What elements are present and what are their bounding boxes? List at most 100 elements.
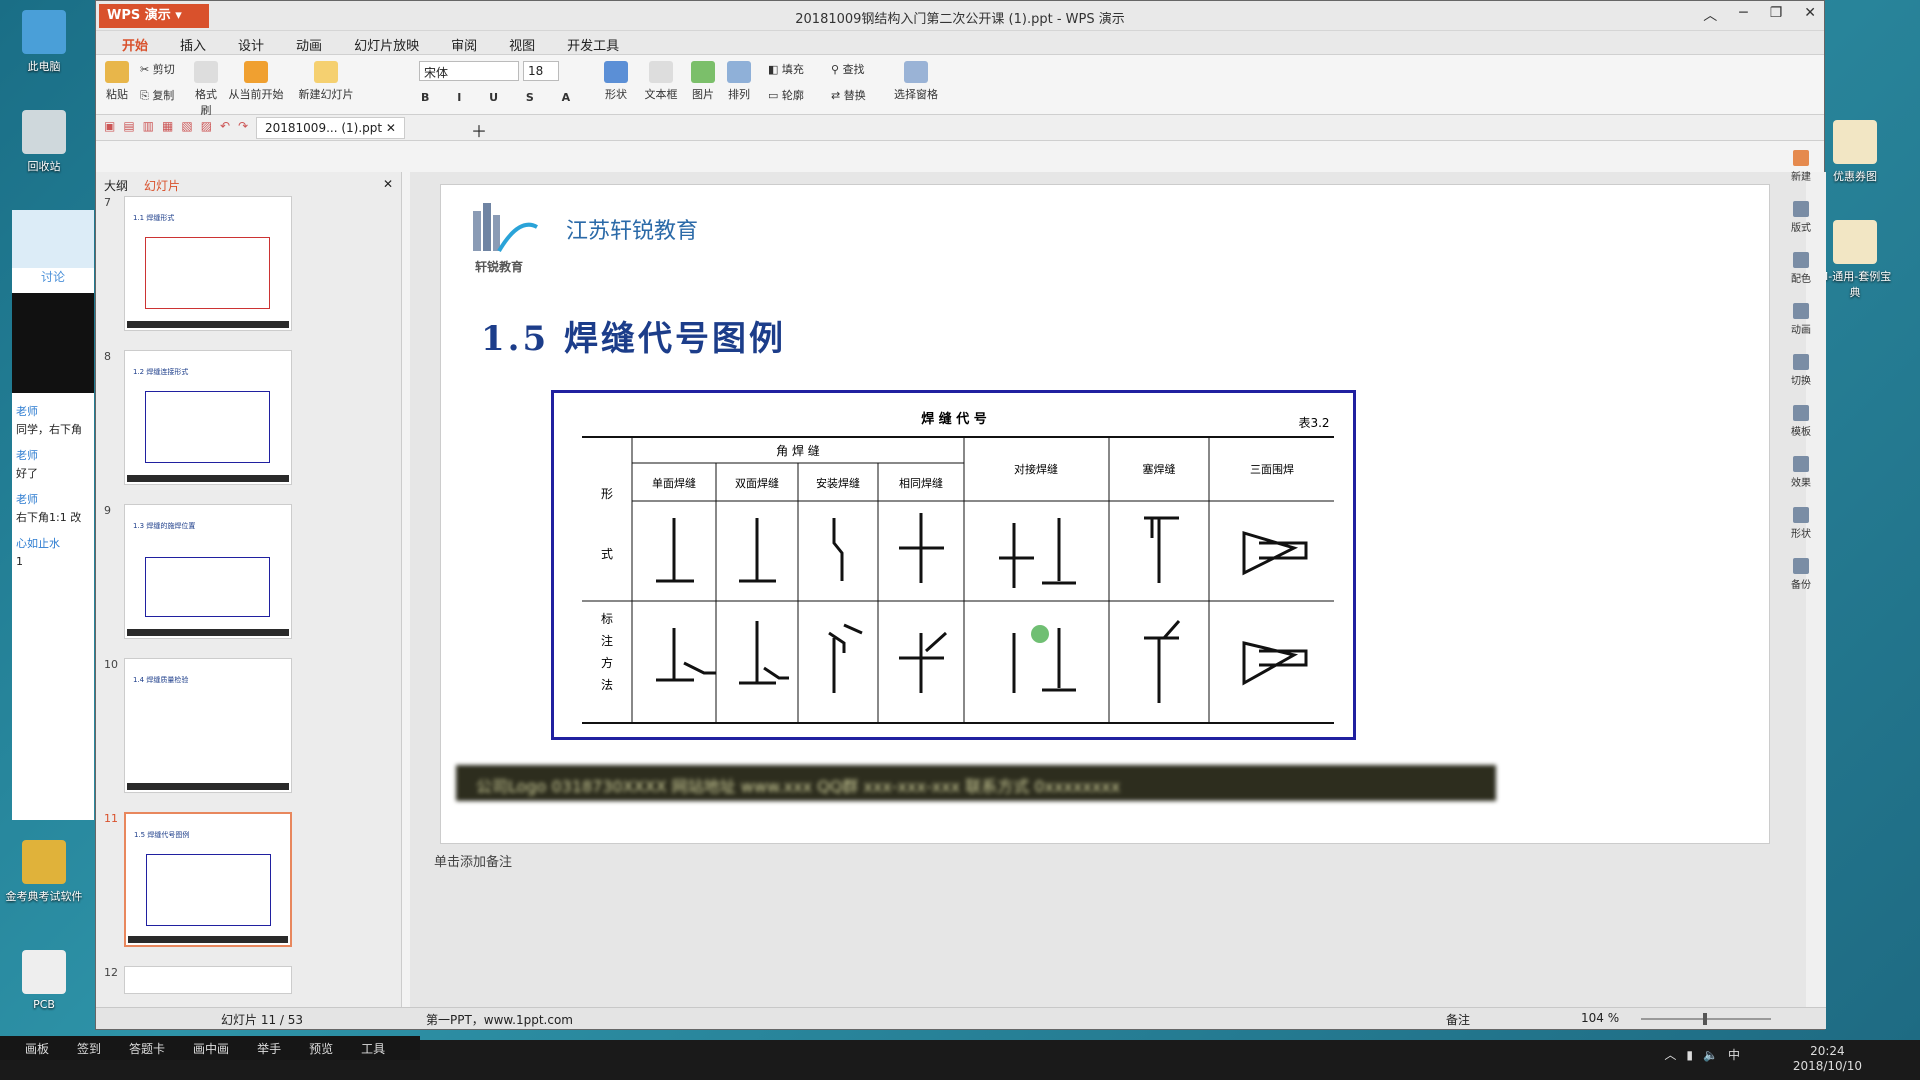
task-template[interactable]: 模板	[1782, 405, 1820, 438]
menu-insert[interactable]: 插入	[164, 31, 222, 54]
col-header: 塞焊缝	[1143, 462, 1176, 476]
tool-checkin[interactable]: 签到	[77, 1040, 101, 1056]
window-title: 20181009钢结构入门第二次公开课 (1).ppt - WPS 演示	[795, 12, 1125, 27]
volume-icon[interactable]: 🔈	[1703, 1048, 1718, 1062]
tool-tools[interactable]: 工具	[361, 1040, 385, 1056]
paste-button[interactable]: 粘贴	[102, 61, 132, 102]
font-family-select[interactable]: 宋体	[419, 61, 519, 81]
animation-icon	[1793, 303, 1809, 319]
fill-button[interactable]: ◧ 填充	[768, 61, 804, 77]
close-tab-icon[interactable]: ✕	[386, 121, 396, 135]
menu-review[interactable]: 审阅	[435, 31, 493, 54]
task-backup[interactable]: 备份	[1782, 558, 1820, 591]
font-size-select[interactable]: 18	[523, 61, 559, 81]
desktop-icon-m-tongyong[interactable]: M-通用-套例宝典	[1815, 220, 1895, 300]
menu-bar: 开始 插入 设计 动画 幻灯片放映 审阅 视图 开发工具	[96, 31, 1824, 55]
menu-start[interactable]: 开始	[106, 31, 164, 54]
collapse-icon[interactable]: ︿	[1703, 5, 1717, 25]
menu-animation[interactable]: 动画	[280, 31, 338, 54]
thumb-number: 9	[104, 504, 111, 517]
tray-arrow-icon[interactable]: ︿	[1664, 1046, 1676, 1063]
desktop-icon-recycle[interactable]: 回收站	[4, 110, 84, 174]
desktop-icon-jinkaodian[interactable]: 金考典考试软件	[4, 840, 84, 904]
outline-button[interactable]: ▭ 轮廓	[768, 87, 804, 103]
chat-panel: 讨论 老师 同学，右下角 老师 好了 老师 右下角1:1 改 心如止水 1	[12, 210, 94, 820]
find-button[interactable]: ⚲ 查找	[831, 61, 865, 77]
desktop-icon-pcb[interactable]: PCB	[4, 950, 84, 1011]
thumb-number: 8	[104, 350, 111, 363]
slide-footer-blurred: 公司Logo 0318730XXXX 网站地址 www.xxx QQ群 xxx-…	[456, 765, 1496, 801]
task-color[interactable]: 配色	[1782, 252, 1820, 285]
row-label: 式	[601, 547, 613, 561]
weld-symbol-table: 焊 缝 代 号 表3.2 角 焊 缝 单面焊缝 双面焊缝 安装焊缝 相同焊缝 对…	[551, 390, 1356, 740]
from-current-button[interactable]: 从当前开始	[224, 61, 288, 102]
textbox-button[interactable]: 文本框	[641, 61, 681, 102]
tab-slides[interactable]: 幻灯片	[144, 177, 180, 193]
replace-button[interactable]: ⇄ 替换	[831, 87, 866, 103]
chat-message: 老师 好了	[16, 449, 38, 480]
picture-button[interactable]: 图片	[688, 61, 718, 102]
arrange-icon	[727, 61, 751, 83]
slide-canvas[interactable]: 轩锐教育 江苏轩锐教育 1.5 焊缝代号图例 焊 缝 代 号 表3.2 角 焊 …	[440, 184, 1770, 844]
notes-area[interactable]: 单击添加备注	[410, 844, 1806, 874]
task-shape[interactable]: 形状	[1782, 507, 1820, 540]
task-new[interactable]: 新建	[1782, 150, 1820, 183]
new-slide-button[interactable]: 新建幻灯片	[294, 61, 358, 102]
task-effect[interactable]: 效果	[1782, 456, 1820, 489]
slide-thumb-11[interactable]: 1.5 焊缝代号图例	[124, 812, 292, 947]
palette-icon	[1793, 252, 1809, 268]
task-transition[interactable]: 切换	[1782, 354, 1820, 387]
ime-icon[interactable]: 中	[1728, 1046, 1740, 1063]
replace-icon: ⇄	[831, 89, 841, 102]
minimize-button[interactable]: ─	[1739, 5, 1747, 25]
copy-button[interactable]: ⎘ 复制	[140, 87, 174, 103]
slide-thumb-7[interactable]: 1.1 焊缝形式	[124, 196, 292, 331]
chat-tab[interactable]: 讨论	[12, 210, 94, 284]
tab-outline[interactable]: 大纲	[104, 177, 128, 193]
slide-thumb-8[interactable]: 1.2 焊缝连接形式	[124, 350, 292, 485]
effect-icon	[1793, 456, 1809, 472]
shape-button[interactable]: 形状	[601, 61, 631, 102]
close-panel-icon[interactable]: ✕	[383, 177, 393, 191]
backup-icon	[1793, 558, 1809, 574]
quick-access-icons[interactable]: ▣▤▥▦▧▨↶↷	[104, 119, 256, 133]
task-layout[interactable]: 版式	[1782, 201, 1820, 234]
tool-preview[interactable]: 预览	[309, 1040, 333, 1056]
desktop-icon-computer[interactable]: 此电脑	[4, 10, 84, 74]
notes-toggle[interactable]: 备注	[1446, 1011, 1470, 1028]
tool-pip[interactable]: 画中画	[193, 1040, 229, 1056]
slide-thumb-12[interactable]	[124, 966, 292, 994]
new-icon	[1793, 150, 1809, 166]
text-format-buttons[interactable]: B I U S A	[421, 91, 582, 104]
app-icon	[22, 840, 66, 884]
menu-view[interactable]: 视图	[493, 31, 551, 54]
desktop-icon-coupon[interactable]: 优惠券图	[1815, 120, 1895, 184]
format-painter-button[interactable]: 格式刷	[191, 61, 221, 118]
network-icon[interactable]: ▮	[1686, 1048, 1693, 1062]
slide-thumb-10[interactable]: 1.4 焊缝质量检验	[124, 658, 292, 793]
cut-button[interactable]: ✂ 剪切	[140, 61, 175, 77]
slide-thumb-9[interactable]: 1.3 焊缝的施焊位置	[124, 504, 292, 639]
zoom-level: 104 %	[1581, 1011, 1620, 1025]
zoom-slider-handle[interactable]	[1703, 1013, 1707, 1025]
tool-raise-hand[interactable]: 举手	[257, 1040, 281, 1056]
maximize-button[interactable]: ❐	[1770, 5, 1783, 25]
col-header: 单面焊缝	[652, 476, 696, 490]
close-button[interactable]: ✕	[1804, 5, 1816, 25]
tool-board[interactable]: 画板	[25, 1040, 49, 1056]
new-tab-button[interactable]: ＋	[471, 118, 487, 142]
menu-slideshow[interactable]: 幻灯片放映	[338, 31, 435, 54]
arrange-button[interactable]: 排列	[724, 61, 754, 102]
row-label: 法	[601, 678, 613, 692]
tool-answer-card[interactable]: 答题卡	[129, 1040, 165, 1056]
file-icon	[22, 950, 66, 994]
zoom-slider[interactable]	[1641, 1013, 1771, 1025]
menu-design[interactable]: 设计	[222, 31, 280, 54]
selection-pane-button[interactable]: 选择窗格	[891, 61, 941, 102]
task-animation[interactable]: 动画	[1782, 303, 1820, 336]
file-tab[interactable]: 20181009... (1).ppt ✕	[256, 117, 405, 139]
slide-counter: 幻灯片 11 / 53	[221, 1013, 304, 1027]
clock[interactable]: 20:24 2018/10/10	[1793, 1044, 1862, 1074]
cursor-highlight	[1031, 625, 1049, 643]
menu-developer[interactable]: 开发工具	[551, 31, 635, 54]
